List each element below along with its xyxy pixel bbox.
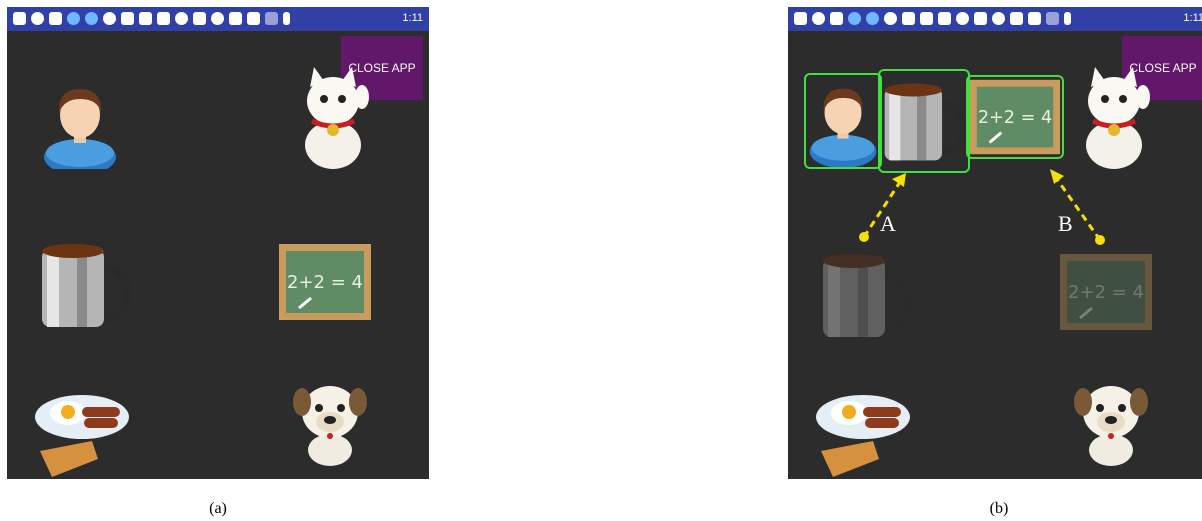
lucky-cat-icon[interactable] — [300, 65, 370, 171]
lucky-cat-icon[interactable] — [1081, 65, 1151, 171]
sentence-coffee-mug-icon[interactable] — [878, 69, 970, 173]
sync-icon — [31, 12, 44, 25]
app-icon — [848, 12, 861, 25]
twitter-icon — [938, 12, 951, 25]
sentence-chalkboard-icon[interactable]: 2+2 = 4 — [966, 75, 1064, 159]
eye-icon — [884, 12, 897, 25]
breakfast-plate-icon[interactable] — [32, 387, 132, 479]
arrow-b-label: B — [1058, 211, 1073, 236]
app-icon — [67, 12, 80, 25]
news-icon — [49, 12, 62, 25]
do-not-disturb-icon — [211, 12, 224, 25]
coffee-mug-icon[interactable] — [37, 237, 132, 332]
do-not-disturb-icon — [992, 12, 1005, 25]
wrench-icon — [121, 12, 134, 25]
facebook-icon — [193, 12, 206, 25]
wrench-icon — [902, 12, 915, 25]
person-icon[interactable] — [40, 79, 120, 169]
battery-icon — [283, 12, 290, 25]
arrow-a-label: A — [880, 211, 896, 236]
wifi-icon — [1028, 12, 1041, 25]
eye-icon — [103, 12, 116, 25]
status-bar: 1:11 — [7, 7, 429, 31]
battery-icon — [1064, 12, 1071, 25]
news-icon — [830, 12, 843, 25]
image-icon — [920, 12, 933, 25]
coffee-mug-icon[interactable] — [818, 247, 913, 342]
signal-icon — [265, 12, 278, 25]
notification-icon — [794, 12, 807, 25]
chalkboard-text: 2+2 = 4 — [978, 108, 1052, 128]
sync-icon — [812, 12, 825, 25]
twitter-icon — [157, 12, 170, 25]
sentence-person-icon[interactable] — [804, 73, 882, 169]
dog-icon[interactable] — [292, 372, 368, 468]
chalkboard-text: 2+2 = 4 — [287, 272, 363, 293]
key-icon — [1010, 12, 1023, 25]
breakfast-plate-icon[interactable] — [813, 387, 913, 479]
wifi-icon — [247, 12, 260, 25]
app-icon — [866, 12, 879, 25]
dot-icon — [175, 12, 188, 25]
image-icon — [139, 12, 152, 25]
clock: 1:11 — [1183, 12, 1202, 24]
status-bar: 1:11 — [788, 7, 1202, 31]
chalkboard-text: 2+2 = 4 — [1068, 282, 1144, 303]
signal-icon — [1046, 12, 1059, 25]
notification-icon — [13, 12, 26, 25]
screen-a: 1:11 CLOSE APP 2+2 = 4 — [7, 7, 429, 479]
key-icon — [229, 12, 242, 25]
chalkboard-icon[interactable]: 2+2 = 4 — [277, 242, 373, 322]
dog-icon[interactable] — [1073, 372, 1149, 468]
facebook-icon — [974, 12, 987, 25]
caption-a: (a) — [209, 500, 227, 517]
caption-b: (b) — [989, 500, 1009, 517]
dot-icon — [956, 12, 969, 25]
app-icon — [85, 12, 98, 25]
screen-b: 1:11 CLOSE APP 2+2 = 4 2+2 = 4 A B — [788, 7, 1202, 479]
chalkboard-icon[interactable]: 2+2 = 4 — [1058, 252, 1154, 332]
clock: 1:11 — [402, 12, 423, 24]
